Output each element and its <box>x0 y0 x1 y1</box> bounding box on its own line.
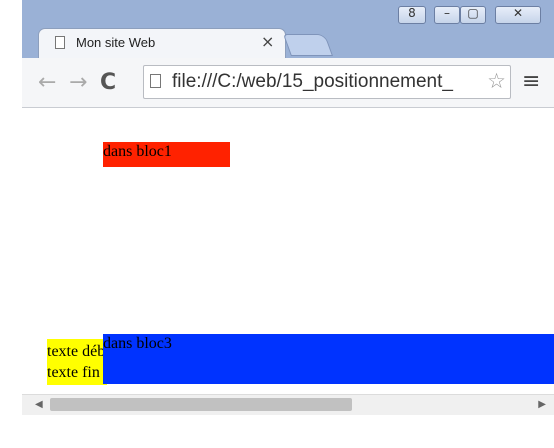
new-tab-button[interactable] <box>282 34 334 56</box>
tab-close-icon[interactable]: × <box>261 32 274 51</box>
tab-title: Mon site Web <box>76 35 156 50</box>
menu-icon[interactable]: ≡ <box>522 69 540 94</box>
bloc2-line1: texte début <box>47 343 107 360</box>
browser-toolbar: ← → C file:///C:/web/15_positionnement_ … <box>22 58 554 108</box>
user-icon: 8 <box>408 6 416 20</box>
bloc2: texte début texte fin <box>47 339 107 385</box>
url-text[interactable]: file:///C:/web/15_positionnement_ <box>172 71 453 93</box>
bloc3: dans bloc3 <box>103 334 554 384</box>
maximize-icon: ▢ <box>467 6 479 20</box>
tab-active[interactable]: Mon site Web × <box>38 28 286 58</box>
page-icon <box>55 36 65 49</box>
bloc1: dans bloc1 <box>103 142 230 167</box>
back-button[interactable]: ← <box>38 70 56 95</box>
bloc2-line2: texte fin <box>47 364 100 381</box>
scrollbar-thumb[interactable] <box>50 398 352 411</box>
forward-button[interactable]: → <box>69 70 87 95</box>
page-icon <box>150 74 161 88</box>
close-window-button[interactable]: ✕ <box>495 6 541 24</box>
page-content: dans bloc1 texte début texte fin dans bl… <box>22 108 554 394</box>
minimize-button[interactable]: – <box>434 6 460 24</box>
scroll-left-icon[interactable]: ◀ <box>35 399 43 410</box>
horizontal-scrollbar[interactable]: ◀ ▶ <box>22 394 554 415</box>
reload-button[interactable]: C <box>100 70 116 95</box>
user-profile-button[interactable]: 8 <box>398 6 426 24</box>
window-bottom <box>22 415 554 448</box>
bookmark-star-icon[interactable]: ☆ <box>485 69 506 93</box>
close-icon: ✕ <box>512 6 524 20</box>
maximize-button[interactable]: ▢ <box>460 6 486 24</box>
scroll-right-icon[interactable]: ▶ <box>538 399 546 410</box>
address-bar[interactable]: file:///C:/web/15_positionnement_ ☆ <box>143 65 511 99</box>
minimize-icon: – <box>444 6 450 20</box>
